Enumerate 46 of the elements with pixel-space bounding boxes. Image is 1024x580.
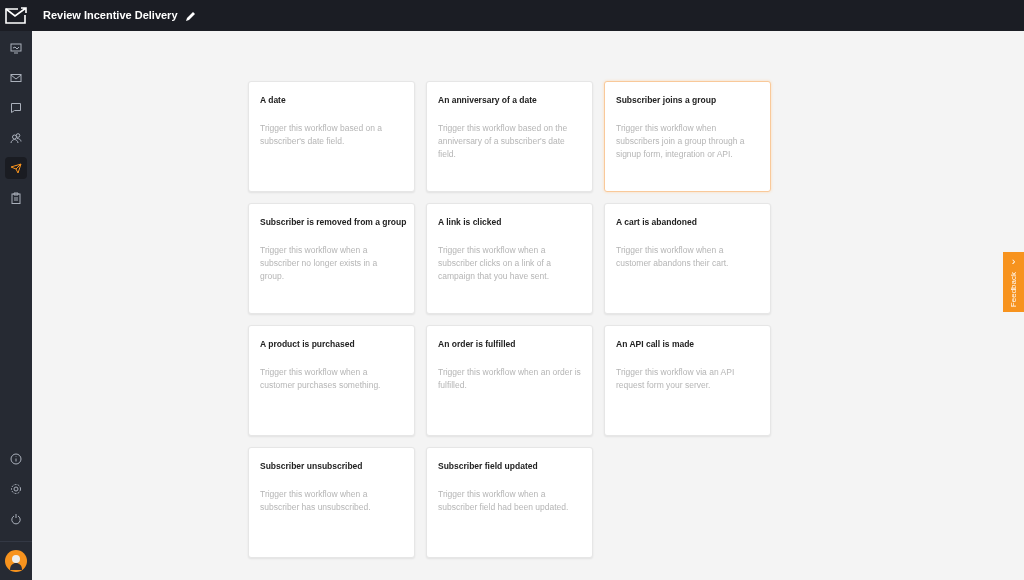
settings-icon[interactable] — [10, 483, 22, 495]
card-description: Trigger this workflow when an order is fulfilled. — [438, 366, 581, 392]
paper-plane-icon — [10, 162, 22, 174]
card-title: Subscriber field updated — [438, 461, 539, 472]
card-title: An API call is made — [616, 339, 696, 350]
trigger-card[interactable]: A product is purchased Trigger this workflow when a customer purchases something. — [248, 325, 415, 436]
trigger-card[interactable]: Subscriber unsubscribed Trigger this workflow when a subscriber has unsubscribed. — [248, 447, 415, 558]
trigger-card[interactable]: A link is clicked Trigger this workflow when a subscriber clicks on a link of a campaign that you have sent. — [426, 203, 593, 314]
card-title: A cart is abandoned — [616, 217, 698, 228]
card-title: A product is purchased — [260, 339, 356, 350]
trigger-card[interactable]: Subscriber joins a group Trigger this workflow when subscribers join a group through a signup form, integration or API. — [604, 81, 771, 192]
trigger-card[interactable]: An API call is made Trigger this workflow via an API request form your server. — [604, 325, 771, 436]
card-description: Trigger this workflow based on the anniversary of a subscriber's date field. — [438, 122, 569, 161]
card-description: Trigger this workflow via an API request form your server. — [616, 366, 736, 392]
card-description: Trigger this workflow when subscribers join a group through a signup form, integration or API. — [616, 122, 746, 161]
card-description: Trigger this workflow when a customer abandons their cart. — [616, 244, 730, 270]
card-description: Trigger this workflow when a subscriber no longer exists in a group. — [260, 244, 379, 283]
card-title: Subscriber joins a group — [616, 95, 718, 106]
edit-icon[interactable] — [185, 10, 196, 21]
card-description: Trigger this workflow when a subscriber clicks on a link of a campaign that you have sent. — [438, 244, 552, 283]
sidebar-item[interactable] — [5, 157, 27, 179]
card-title: A link is clicked — [438, 217, 503, 228]
trigger-card[interactable]: Subscriber field updated Trigger this workflow when a subscriber field had been updated. — [426, 447, 593, 558]
card-title: An order is fulfilled — [438, 339, 517, 350]
envelope-icon — [10, 72, 22, 84]
card-description: Trigger this workflow based on a subscriber's date field. — [260, 122, 384, 148]
power-icon[interactable] — [10, 513, 22, 525]
monitor-icon — [10, 42, 22, 54]
card-description: Trigger this workflow when a customer purchases something. — [260, 366, 382, 392]
info-icon[interactable] — [10, 453, 22, 465]
trigger-card[interactable]: Subscriber is removed from a group Trigger this workflow when a subscriber no longer exists in a group. — [248, 203, 415, 314]
avatar[interactable] — [5, 550, 27, 572]
card-title: Subscriber unsubscribed — [260, 461, 364, 472]
logo-icon — [4, 6, 28, 25]
chat-icon — [10, 102, 22, 114]
card-title: An anniversary of a date — [438, 95, 538, 106]
trigger-card[interactable]: An order is fulfilled Trigger this workflow when an order is fulfilled. — [426, 325, 593, 436]
trigger-card[interactable]: A date Trigger this workflow based on a subscriber's date field. — [248, 81, 415, 192]
clipboard-icon — [10, 192, 22, 204]
card-title: A date — [260, 95, 287, 106]
card-description: Trigger this workflow when a subscriber field had been updated. — [438, 488, 570, 514]
page-title: Review Incentive Delivery — [43, 8, 178, 24]
trigger-card[interactable]: A cart is abandoned Trigger this workflow when a customer abandons their cart. — [604, 203, 771, 314]
card-description: Trigger this workflow when a subscriber has unsubscribed. — [260, 488, 372, 514]
users-icon — [10, 132, 22, 144]
trigger-card[interactable]: An anniversary of a date Trigger this workflow based on the anniversary of a subscriber's date field. — [426, 81, 593, 192]
